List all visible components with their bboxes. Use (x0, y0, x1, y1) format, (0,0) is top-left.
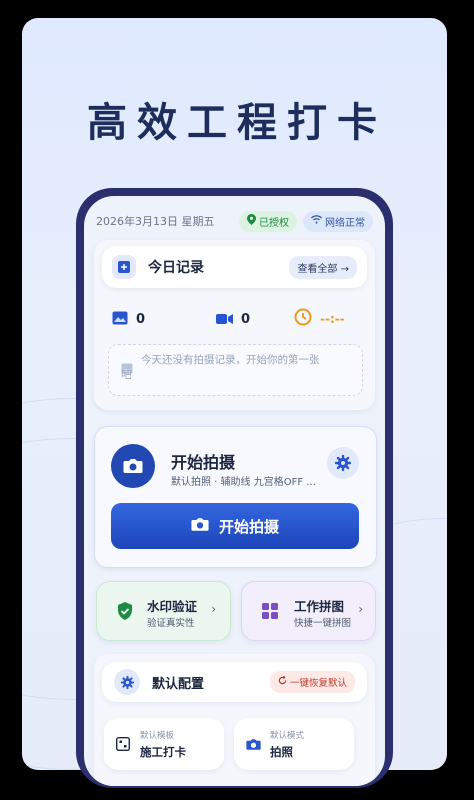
location-pin-icon (247, 214, 256, 228)
headline: 高效工程打卡 (87, 100, 387, 146)
start-shoot-button-label: 开始拍摄 (218, 517, 279, 536)
default-mode-option[interactable]: 默认模式 拍照 (234, 718, 354, 770)
default-mode-value: 拍照 (270, 745, 293, 759)
network-label: 网络正常 (325, 217, 365, 229)
work-collage-subtitle: 快捷一键拼图 (294, 618, 352, 629)
shield-check-icon (117, 602, 133, 624)
auth-badge: 已授权 (239, 210, 297, 232)
video-camera-icon (216, 310, 233, 329)
chevron-right-icon: › (358, 602, 363, 616)
add-record-icon (112, 255, 136, 279)
default-config-panel: 默认配置 一键恢复默认 默认模板 施工打卡 默认模式 拍照 (94, 654, 375, 786)
reset-default-button[interactable]: 一键恢复默认 (269, 671, 355, 693)
start-shoot-button[interactable]: 开始拍摄 (111, 503, 359, 549)
default-template-label: 默认模板 (140, 731, 175, 741)
template-icon (115, 736, 131, 755)
watermark-verify-title: 水印验证 (147, 599, 198, 614)
watermark-verify-card[interactable]: 水印验证 验证真实性 › (96, 581, 231, 641)
settings-gear-icon[interactable] (327, 447, 359, 479)
default-mode-label: 默认模式 (270, 731, 305, 741)
start-shoot-title: 开始拍摄 (171, 453, 236, 472)
phone-screen: 2026年3月13日 星期五 已授权 网络正常 今日记录 查看全部 → 0 0 … (84, 196, 385, 786)
wifi-icon (311, 215, 322, 227)
image-icon (112, 310, 128, 329)
gear-icon (114, 669, 140, 695)
video-count: 0 (241, 312, 251, 327)
reset-icon (278, 675, 287, 688)
auth-label: 已授权 (259, 217, 289, 229)
camera-icon (191, 517, 209, 536)
default-config-title: 默认配置 (152, 676, 205, 692)
chevron-right-icon: › (211, 602, 216, 616)
default-config-header: 默认配置 一键恢复默认 (102, 662, 367, 702)
empty-records-line-2: 吧 (121, 369, 132, 381)
camera-icon (111, 444, 155, 488)
reset-default-label: 一键恢复默认 (289, 678, 347, 689)
start-shoot-panel: 开始拍摄 默认拍照 · 辅助线 九宫格OFF ... 开始拍摄 (94, 426, 377, 568)
watermark-verify-subtitle: 验证真实性 (147, 618, 195, 629)
video-count-stat: 0 (216, 310, 250, 329)
grid-icon (262, 603, 278, 623)
start-shoot-subtitle: 默认拍照 · 辅助线 九宫格OFF ... (171, 477, 316, 488)
photo-count-stat: 0 (112, 310, 145, 329)
network-badge: 网络正常 (303, 210, 373, 232)
clock-icon (294, 308, 312, 330)
work-collage-title: 工作拼图 (294, 599, 345, 614)
status-bar: 2026年3月13日 星期五 已授权 网络正常 (96, 210, 373, 232)
today-records-header: 今日记录 查看全部 → (102, 246, 367, 288)
time-value: --:-- (320, 312, 345, 326)
status-date: 2026年3月13日 星期五 (96, 215, 215, 228)
view-all-link[interactable]: 查看全部 → (289, 255, 357, 279)
empty-records-box: 今天还没有拍摄记录，开始你的第一张 吧 (108, 344, 363, 396)
camera-icon (246, 736, 261, 755)
work-collage-card[interactable]: 工作拼图 快捷一键拼图 › (241, 581, 376, 641)
time-stat: --:-- (294, 308, 345, 330)
empty-records-message: 今天还没有拍摄记录，开始你的第一张 吧 (121, 353, 354, 383)
today-records-title: 今日记录 (148, 260, 204, 276)
photo-count: 0 (136, 312, 146, 327)
default-template-option[interactable]: 默认模板 施工打卡 (104, 718, 224, 770)
empty-records-line-1: 今天还没有拍摄记录，开始你的第一张 (141, 354, 320, 366)
today-records-panel: 今日记录 查看全部 → 0 0 --:-- 今天还没有拍摄记录，开始你的第一张 … (94, 240, 375, 410)
default-template-value: 施工打卡 (140, 745, 186, 759)
